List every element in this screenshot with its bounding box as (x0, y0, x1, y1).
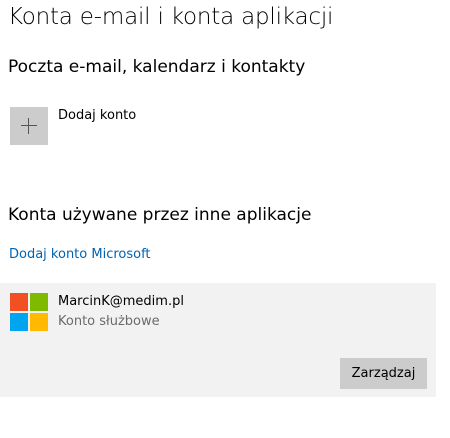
mail-section-heading: Poczta e-mail, kalendarz i kontakty (8, 57, 306, 77)
logo-square-blue (10, 313, 28, 331)
microsoft-logo-icon (10, 293, 48, 331)
page-title: Konta e-mail i konta aplikacji (8, 4, 334, 30)
account-list-item[interactable]: MarcinK@medim.pl Konto służbowe Zarządza… (0, 283, 436, 397)
manage-button[interactable]: Zarządzaj (340, 358, 427, 389)
add-account-label: Dodaj konto (58, 108, 137, 123)
add-account-button[interactable]: Dodaj konto (8, 105, 308, 145)
logo-square-red (10, 293, 28, 311)
logo-square-yellow (30, 313, 48, 331)
other-apps-section-heading: Konta używane przez inne aplikacje (8, 205, 312, 225)
logo-square-green (30, 293, 48, 311)
account-email: MarcinK@medim.pl (58, 294, 184, 309)
plus-icon (10, 107, 48, 145)
account-type: Konto służbowe (58, 314, 160, 329)
add-microsoft-account-link[interactable]: Dodaj konto Microsoft (9, 247, 151, 262)
